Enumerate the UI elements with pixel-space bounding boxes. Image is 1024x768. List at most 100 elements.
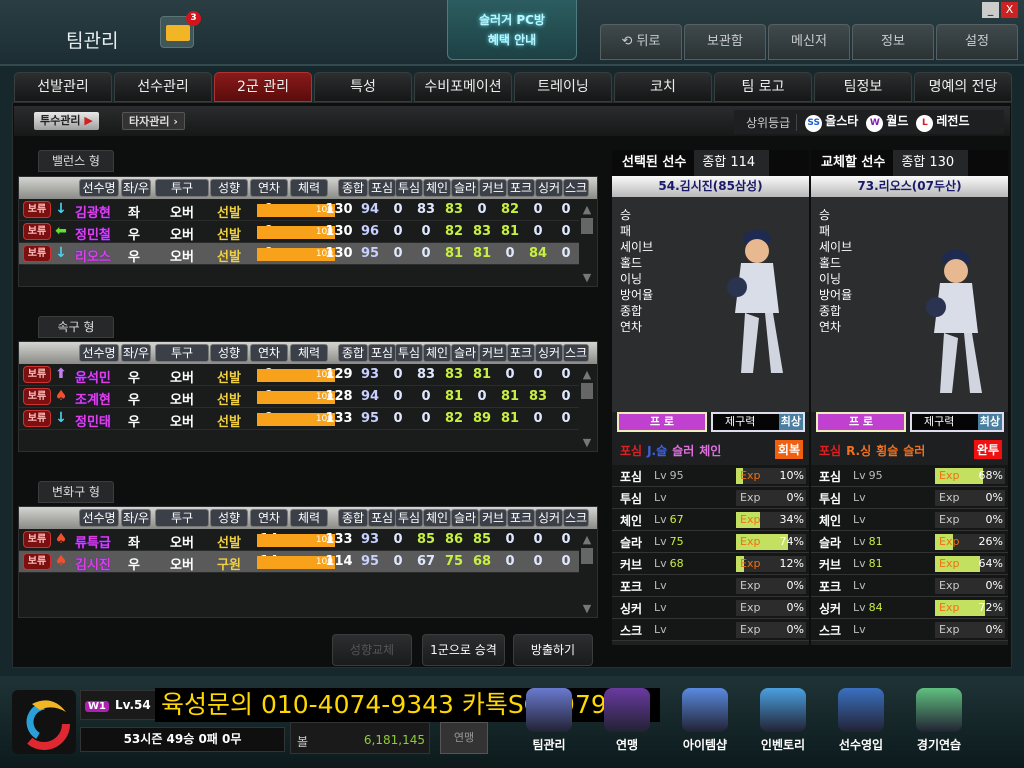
column-header[interactable]: 성향	[210, 179, 248, 197]
column-header[interactable]: 투구	[155, 344, 209, 362]
player-name[interactable]: 정민철	[75, 224, 111, 243]
column-header[interactable]: 체인	[423, 179, 451, 197]
nav-2[interactable]: 아이템샵	[666, 688, 744, 753]
column-header[interactable]: 연차	[250, 509, 288, 527]
tab-batter-management[interactable]: 타자관리 ›	[122, 112, 185, 130]
grade-label[interactable]: 상위등급	[740, 113, 798, 131]
tab-6[interactable]: 코치	[614, 72, 712, 102]
back-button[interactable]: ⟲ 뒤로	[600, 24, 682, 60]
hold-button[interactable]: 보류	[23, 201, 51, 218]
column-header[interactable]: 슬라	[451, 179, 479, 197]
scroll-up-icon[interactable]: ▲	[580, 533, 594, 546]
tab-pitcher-management[interactable]: 투수관리 ▶	[34, 112, 99, 130]
column-header[interactable]: 싱커	[535, 344, 563, 362]
column-header[interactable]: 포크	[507, 179, 535, 197]
scroll-thumb[interactable]	[581, 548, 593, 564]
grade-2[interactable]: L 레전드	[916, 112, 970, 132]
scroll-up-icon[interactable]: ▲	[580, 368, 594, 381]
hold-button[interactable]: 보류	[23, 388, 51, 405]
player-name[interactable]: 김광현	[75, 202, 111, 221]
scroll-thumb[interactable]	[581, 218, 593, 234]
column-header[interactable]: 포심	[368, 509, 396, 527]
scroll-up-icon[interactable]: ▲	[580, 203, 594, 216]
pcbang-benefit-button[interactable]: 슬러거 PC방 혜택 안내	[447, 0, 577, 60]
close-button[interactable]: X	[1001, 2, 1018, 18]
player-name[interactable]: 류특급	[75, 532, 111, 551]
scroll-thumb[interactable]	[581, 383, 593, 399]
column-header[interactable]: 좌/우	[121, 179, 151, 197]
column-header[interactable]: 스크	[563, 509, 589, 527]
release-button[interactable]: 방출하기	[513, 634, 593, 666]
messenger-button[interactable]: 메신저	[768, 24, 850, 60]
table-row[interactable]: 보류♠김시진우오버구원14100114950677568000	[19, 551, 579, 573]
column-header[interactable]: 커브	[479, 179, 507, 197]
nav-4[interactable]: 선수영입	[822, 688, 900, 753]
table-row[interactable]: 보류⬅정민철우오버선발9100130960082838100	[19, 221, 579, 243]
column-header[interactable]: 커브	[479, 344, 507, 362]
column-header[interactable]: 종합	[338, 344, 368, 362]
tab-1[interactable]: 선수관리	[114, 72, 212, 102]
column-header[interactable]: 종합	[338, 509, 368, 527]
storage-button[interactable]: 보관함	[684, 24, 766, 60]
table-row[interactable]: 보류↓리오스우오버선발9100130950081810840	[19, 243, 579, 265]
mail-button[interactable]: 3	[160, 11, 201, 48]
hold-button[interactable]: 보류	[23, 245, 51, 262]
nav-5[interactable]: 경기연습	[900, 688, 978, 753]
nav-3[interactable]: 인벤토리	[744, 688, 822, 753]
tab-0[interactable]: 선발관리	[14, 72, 112, 102]
table-row[interactable]: 보류↓김광현좌오버선발9100130940838308200	[19, 199, 579, 221]
column-header[interactable]: 스크	[563, 179, 589, 197]
column-header[interactable]: 커브	[479, 509, 507, 527]
grade-0[interactable]: SS 올스타	[805, 112, 858, 132]
column-header[interactable]: 포심	[368, 179, 396, 197]
player-name[interactable]: 리오스	[75, 246, 111, 265]
scroll-down-icon[interactable]: ▼	[580, 436, 594, 449]
scrollbar[interactable]: ▲ ▼	[580, 203, 594, 284]
scrollbar[interactable]: ▲ ▼	[580, 368, 594, 449]
hold-button[interactable]: 보류	[23, 553, 51, 570]
column-header[interactable]: 포크	[507, 344, 535, 362]
player-name[interactable]: 조계현	[75, 389, 111, 408]
column-header[interactable]: 성향	[210, 344, 248, 362]
column-header[interactable]: 연차	[250, 179, 288, 197]
minimize-button[interactable]: _	[982, 2, 999, 18]
table-row[interactable]: 보류⬆윤석민우오버선발9100129930838381000	[19, 364, 579, 386]
column-header[interactable]: 싱커	[535, 179, 563, 197]
hold-button[interactable]: 보류	[23, 366, 51, 383]
tab-2[interactable]: 2군 관리	[214, 72, 312, 102]
column-header[interactable]: 좌/우	[121, 344, 151, 362]
settings-button[interactable]: 설정	[936, 24, 1018, 60]
column-header[interactable]: 체인	[423, 344, 451, 362]
table-row[interactable]: 보류♠류특급좌오버선발14100133930858685000	[19, 529, 579, 551]
column-header[interactable]: 포심	[368, 344, 396, 362]
column-header[interactable]: 투심	[395, 179, 423, 197]
column-header[interactable]: 선수명	[79, 344, 119, 362]
league-button[interactable]: 연맹	[440, 722, 488, 754]
column-header[interactable]: 선수명	[79, 509, 119, 527]
tab-7[interactable]: 팀 로고	[714, 72, 812, 102]
player-name[interactable]: 윤석민	[75, 367, 111, 386]
tab-4[interactable]: 수비포메이션	[414, 72, 512, 102]
player-name[interactable]: 김시진	[75, 554, 111, 573]
column-header[interactable]: 싱커	[535, 509, 563, 527]
table-row[interactable]: 보류♠조계현우오버선발9100128940081081830	[19, 386, 579, 408]
scrollbar[interactable]: ▲ ▼	[580, 533, 594, 615]
nav-0[interactable]: 팀관리	[510, 688, 588, 753]
column-header[interactable]: 연차	[250, 344, 288, 362]
tab-8[interactable]: 팀정보	[814, 72, 912, 102]
column-header[interactable]: 투심	[395, 344, 423, 362]
tab-9[interactable]: 명예의 전당	[914, 72, 1012, 102]
column-header[interactable]: 투구	[155, 179, 209, 197]
info-button[interactable]: 정보	[852, 24, 934, 60]
hold-button[interactable]: 보류	[23, 410, 51, 427]
promote-to-first-team-button[interactable]: 1군으로 승격	[422, 634, 505, 666]
tab-5[interactable]: 트레이닝	[514, 72, 612, 102]
column-header[interactable]: 체력	[290, 179, 328, 197]
tab-3[interactable]: 특성	[314, 72, 412, 102]
player-name[interactable]: 정민태	[75, 411, 111, 430]
change-type-button[interactable]: 성향교체	[332, 634, 412, 666]
column-header[interactable]: 종합	[338, 179, 368, 197]
column-header[interactable]: 투심	[395, 509, 423, 527]
column-header[interactable]: 성향	[210, 509, 248, 527]
grade-1[interactable]: W 월드	[866, 112, 908, 132]
